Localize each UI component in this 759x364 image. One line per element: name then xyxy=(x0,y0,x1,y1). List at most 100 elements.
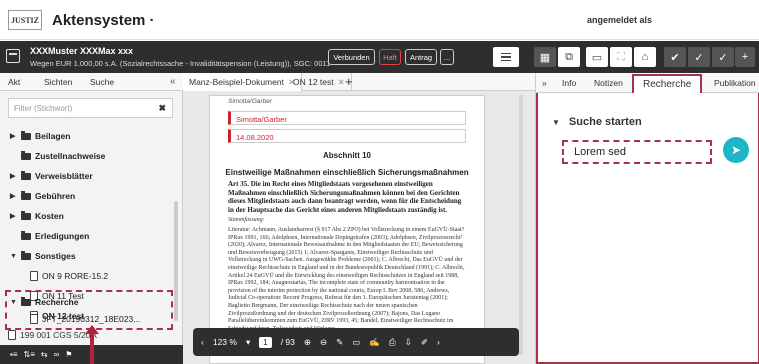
search-input[interactable]: Lorem sed xyxy=(562,140,712,164)
expand-caret-icon[interactable]: ▶ xyxy=(10,192,17,200)
tab-akt[interactable]: Akt xyxy=(8,77,20,87)
collapse-left-icon[interactable]: « xyxy=(170,76,176,87)
antrag-button[interactable]: Antrag xyxy=(405,49,437,65)
right-tabs: » Info Notizen Recherche Publikation xyxy=(536,73,759,94)
collapse-caret-icon[interactable]: ▼ xyxy=(552,118,560,127)
tree-node-sonstiges[interactable]: ▼ Sonstiges xyxy=(10,249,76,263)
filter-input[interactable]: Filter (Stichwort) ✖ xyxy=(8,98,173,118)
folder-icon xyxy=(21,210,31,220)
date-field[interactable]: 14.08.2020 xyxy=(228,129,466,143)
document-icon xyxy=(30,314,38,324)
folder-icon xyxy=(21,130,31,140)
tree-node-zustellnachweise[interactable]: Zustellnachweise xyxy=(10,149,105,163)
link-icon[interactable]: ∞ xyxy=(54,350,60,359)
verbunden-button[interactable]: Verbunden xyxy=(328,49,375,65)
expand-icon[interactable]: ⛶ xyxy=(610,47,632,67)
tree-node-recherche[interactable]: ▼ Recherche xyxy=(10,295,78,309)
document-icon xyxy=(8,330,16,340)
send-search-button[interactable]: ➤ xyxy=(723,137,749,163)
send-icon: ➤ xyxy=(730,143,742,157)
literature-text: Literatur: Achmann, Auslandsarrest (§ 91… xyxy=(228,226,465,332)
case-folder-icon xyxy=(6,49,20,63)
document-icon xyxy=(30,271,38,281)
left-scrollbar[interactable] xyxy=(174,201,178,321)
page-input[interactable]: 1 xyxy=(259,336,272,348)
expand-caret-icon[interactable]: ▶ xyxy=(10,212,17,220)
clear-filter-icon[interactable]: ✖ xyxy=(158,103,166,114)
tree-node-on9[interactable]: ON 9 RORE-15.2 xyxy=(30,269,108,283)
collapse-caret-icon[interactable]: ▼ xyxy=(10,299,17,306)
tab-publikation[interactable]: Publikation xyxy=(714,78,756,88)
zoom-in-icon[interactable]: ⊕ xyxy=(304,337,311,348)
zoom-out-icon[interactable]: ⊖ xyxy=(320,337,327,348)
document-area: Manz-Beispiel-Dokument ✕ ON 12 test ✕ + Si… xyxy=(183,73,535,364)
tab-notizen[interactable]: Notizen xyxy=(594,78,623,88)
page-total: / 93 xyxy=(280,337,295,347)
check-icon[interactable]: ✔ xyxy=(664,47,686,67)
tab-on12[interactable]: ON 12 test ✕ xyxy=(287,73,352,91)
case-number-item[interactable]: 199 001 CGS 5/20 k xyxy=(8,330,97,340)
tab-suche[interactable]: Suche xyxy=(90,77,114,87)
open-folder-icon xyxy=(21,250,31,260)
folder-icon xyxy=(21,230,31,240)
tree-node-beilagen[interactable]: ▶ Beilagen xyxy=(10,129,70,143)
folder-icon xyxy=(21,150,31,160)
next-icon[interactable]: › xyxy=(437,337,440,347)
download-icon[interactable]: ⇩ xyxy=(405,337,412,348)
comment-icon[interactable]: ▭ xyxy=(352,337,360,348)
tree-node-erledigungen[interactable]: Erledigungen xyxy=(10,229,89,243)
window-icon[interactable]: ▭ xyxy=(586,47,608,67)
tab-sichten[interactable]: Sichten xyxy=(44,77,72,87)
right-panel: » Info Notizen Recherche Publikation ▼ S… xyxy=(535,73,759,364)
add-tab-icon[interactable]: + xyxy=(345,74,353,89)
close-tab-icon[interactable]: ✕ xyxy=(338,77,345,87)
list-icon[interactable]: ▪≡ xyxy=(10,350,18,359)
change-marker xyxy=(484,166,485,316)
zoom-level[interactable]: 123 % xyxy=(213,337,237,347)
search-section-header[interactable]: ▼ Suche starten xyxy=(552,116,642,128)
expand-caret-icon[interactable]: ▶ xyxy=(10,132,17,140)
tree-node-gebuehren[interactable]: ▶ Gebühren xyxy=(10,189,75,203)
signature-icon[interactable]: ✍ xyxy=(369,337,380,348)
add-icon[interactable]: + xyxy=(735,47,755,67)
expand-caret-icon[interactable]: ▶ xyxy=(10,172,17,180)
prev-icon[interactable]: ‹ xyxy=(201,337,204,347)
home-icon[interactable]: ⌂ xyxy=(634,47,656,67)
pen-icon[interactable]: ✐ xyxy=(421,337,428,348)
document-page: Simotta/Garber Simotta/Garber 14.08.2020… xyxy=(209,95,485,364)
doc-heading: Einstweilige Maßnahmen einschließlich Si… xyxy=(225,168,469,177)
collapse-caret-icon[interactable]: ▼ xyxy=(10,253,17,260)
user-label[interactable]: angemeldet als xyxy=(587,15,652,25)
tab-recherche[interactable]: Recherche xyxy=(632,74,703,94)
article-text: Art 35. Die im Recht eines Mitgliedstaat… xyxy=(228,180,462,214)
recherche-panel: ▼ Suche starten Lorem sed ➤ xyxy=(536,93,759,364)
hamburger-menu-button[interactable] xyxy=(493,47,519,67)
sort-icon[interactable]: ⇅≡ xyxy=(24,350,35,359)
document-scrollbar[interactable] xyxy=(519,95,523,355)
tab-info[interactable]: Info xyxy=(562,78,576,88)
logo-text: JUSTIZ xyxy=(10,15,39,25)
tree-node-jft-document[interactable]: JFT_20190312_18E023... xyxy=(30,312,140,326)
check-plus-icon[interactable]: ✓ xyxy=(712,47,734,67)
print-icon[interactable]: ⎙ xyxy=(389,337,396,348)
tab-manz-beispiel[interactable]: Manz-Beispiel-Dokument ✕ xyxy=(183,73,303,91)
tree-node-kosten[interactable]: ▶ Kosten xyxy=(10,209,64,223)
author-field[interactable]: Simotta/Garber xyxy=(228,111,466,125)
app-title[interactable]: Aktensystem · xyxy=(52,12,155,29)
annotate-icon[interactable]: ✎ xyxy=(336,337,343,348)
tree-node-verweisblaetter[interactable]: ▶ Verweisblätter xyxy=(10,169,93,183)
zoom-dropdown-icon[interactable]: ▾ xyxy=(246,337,250,348)
filter-list-icon[interactable]: ⇆ xyxy=(41,350,48,359)
more-button[interactable]: ... xyxy=(440,49,454,65)
copy-icon[interactable]: ⧉ xyxy=(558,47,580,67)
haft-button[interactable]: Haft xyxy=(379,49,401,65)
flag-icon[interactable]: ⚑ xyxy=(65,350,72,359)
left-tabs: Akt Sichten Suche « xyxy=(0,73,183,91)
grid-icon[interactable]: ▦ xyxy=(534,47,556,67)
justiz-logo: JUSTIZ xyxy=(8,10,42,30)
doc-meta: Simotta/Garber xyxy=(228,98,273,105)
top-bar: JUSTIZ Aktensystem · angemeldet als xyxy=(0,0,759,40)
check-double-icon[interactable]: ✓ xyxy=(688,47,710,67)
folder-icon xyxy=(21,190,31,200)
collapse-right-icon[interactable]: » xyxy=(542,78,547,88)
